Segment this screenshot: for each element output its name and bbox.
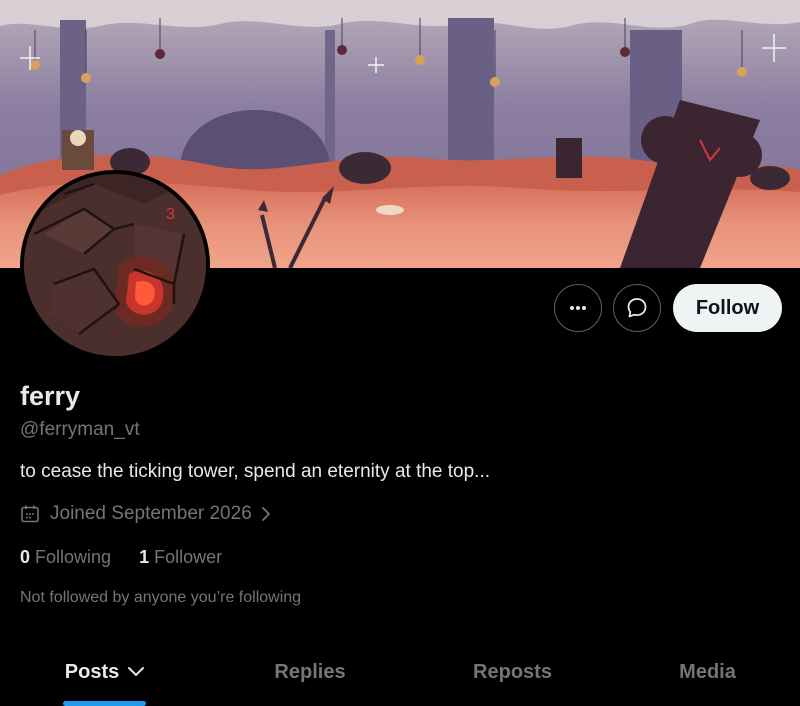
chevron-down-icon (127, 666, 145, 678)
more-button[interactable] (554, 284, 602, 332)
following-label: Following (35, 547, 112, 567)
tab-label: Reposts (473, 660, 552, 683)
joined-date[interactable]: Joined September 2026 (20, 503, 272, 525)
profile-avatar[interactable]: 3 (20, 170, 210, 360)
tab-reposts[interactable]: Reposts (410, 640, 615, 706)
more-icon (568, 298, 588, 318)
profile-tabs: Posts Replies Reposts Media (0, 640, 800, 706)
tab-label: Replies (274, 660, 346, 683)
tab-replies[interactable]: Replies (210, 640, 410, 706)
follow-button[interactable]: Follow (673, 284, 782, 332)
tab-label: Posts (64, 660, 120, 683)
follow-stats: 0 Following 1 Follower (20, 547, 250, 568)
tab-media[interactable]: Media (615, 640, 800, 706)
active-tab-indicator (63, 701, 146, 706)
followers-count: 1 (139, 547, 150, 567)
mutual-followers-note: Not followed by anyone you’re following (20, 589, 302, 606)
tab-label: Media (679, 660, 736, 683)
joined-text: Joined September 2026 (50, 503, 252, 524)
svg-text:3: 3 (166, 206, 175, 223)
tab-posts[interactable]: Posts (0, 640, 210, 706)
calendar-icon (20, 504, 40, 524)
chevron-right-icon (260, 506, 272, 522)
user-handle: @ferryman_vt (20, 419, 140, 440)
following-link[interactable]: 0 Following (20, 547, 111, 568)
message-icon (626, 297, 648, 319)
bio-text: to cease the ticking tower, spend an ete… (20, 461, 491, 482)
following-count: 0 (20, 547, 31, 567)
message-button[interactable] (613, 284, 661, 332)
followers-label: Follower (154, 547, 223, 567)
display-name: ferry (20, 381, 81, 411)
followers-link[interactable]: 1 Follower (139, 547, 222, 568)
